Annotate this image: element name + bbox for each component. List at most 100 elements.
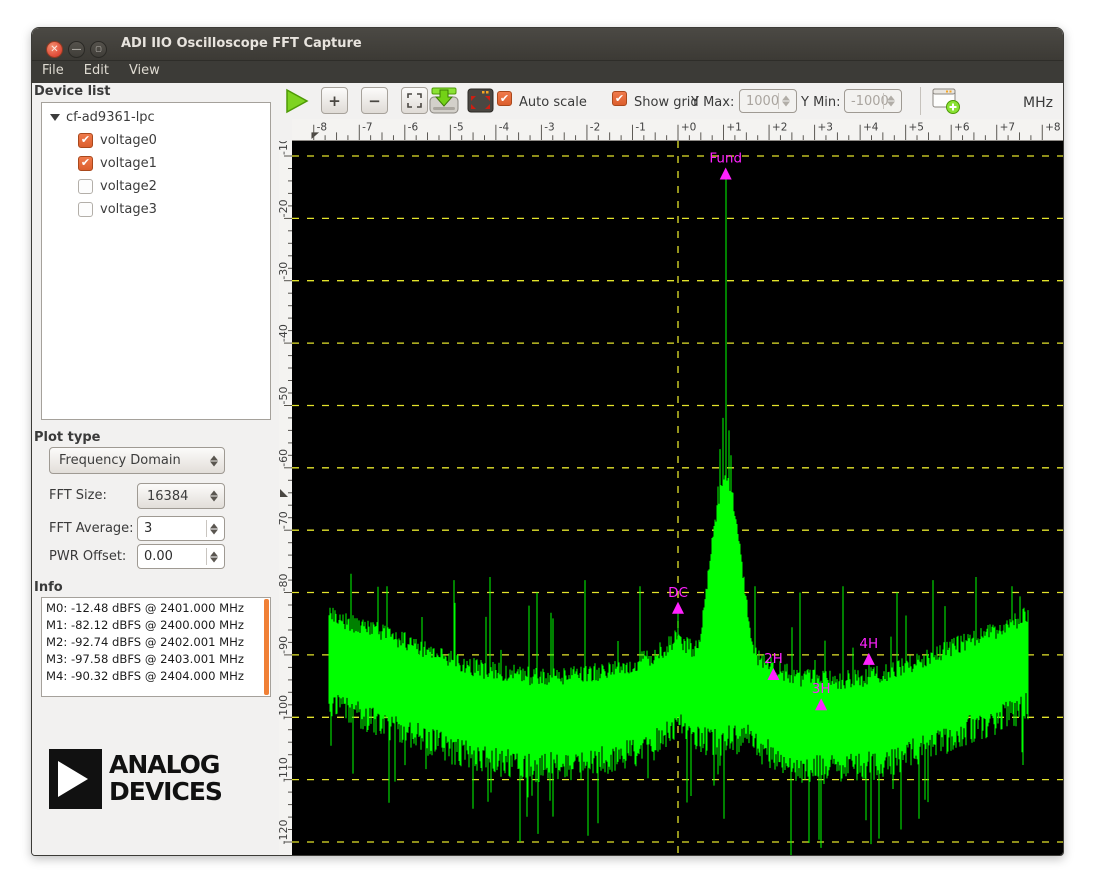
plot-type-value: Frequency Domain bbox=[59, 453, 181, 468]
svg-text:-100: -100 bbox=[279, 695, 290, 720]
auto-scale-label: Auto scale bbox=[519, 95, 587, 110]
svg-text:+3: +3 bbox=[817, 121, 832, 133]
svg-text:-30: -30 bbox=[279, 262, 290, 280]
channel-checkbox-voltage3[interactable] bbox=[78, 202, 93, 217]
channel-label: voltage3 bbox=[100, 202, 157, 217]
chevron-updown-icon bbox=[210, 491, 218, 502]
svg-text:+1: +1 bbox=[726, 121, 741, 133]
app-window: ✕ — ▢ ADI IIO Oscilloscope FFT Capture F… bbox=[31, 27, 1064, 856]
main-content: Device list cf-ad9361-lpc voltage0voltag… bbox=[32, 83, 1063, 855]
x-axis-ruler[interactable]: -8-7-6-5-4-3-2-1+0+1+2+3+4+5+6+7+8 bbox=[292, 119, 1064, 141]
svg-text:-120: -120 bbox=[279, 820, 290, 845]
channel-row-voltage2[interactable]: voltage2 bbox=[78, 175, 157, 197]
channel-label: voltage1 bbox=[100, 156, 157, 171]
menu-edit[interactable]: Edit bbox=[74, 61, 119, 83]
fft-average-value: 3 bbox=[144, 521, 152, 536]
channel-row-voltage3[interactable]: voltage3 bbox=[78, 198, 157, 220]
run-icon[interactable] bbox=[284, 88, 310, 114]
svg-text:+0: +0 bbox=[681, 121, 696, 133]
svg-text:-7: -7 bbox=[362, 121, 372, 133]
channel-checkbox-voltage2[interactable] bbox=[78, 179, 93, 194]
menu-bar: FileEditView bbox=[32, 61, 1063, 83]
spinner-arrows-icon[interactable] bbox=[210, 551, 218, 562]
device-name: cf-ad9361-lpc bbox=[66, 110, 155, 125]
info-box[interactable]: M0: -12.48 dBFS @ 2401.000 MHz M1: -82.1… bbox=[41, 597, 271, 697]
svg-text:-4: -4 bbox=[499, 121, 510, 133]
svg-text:-10: -10 bbox=[279, 141, 290, 155]
close-icon[interactable]: ✕ bbox=[46, 41, 63, 58]
zoom-out-icon[interactable]: − bbox=[361, 87, 388, 114]
svg-text:+2: +2 bbox=[772, 121, 787, 133]
device-tree[interactable]: cf-ad9361-lpc voltage0 voltage1 voltage2 vo… bbox=[41, 102, 271, 420]
channel-checkbox-voltage0[interactable] bbox=[78, 133, 93, 148]
toolbar-separator bbox=[920, 87, 921, 115]
svg-text:-40: -40 bbox=[279, 324, 290, 342]
svg-text:+6: +6 bbox=[954, 121, 970, 133]
menu-file[interactable]: File bbox=[32, 61, 74, 83]
plot-type-combobox[interactable]: Frequency Domain bbox=[49, 447, 225, 474]
menu-view[interactable]: View bbox=[119, 61, 170, 83]
svg-text:+8: +8 bbox=[1045, 121, 1060, 133]
y-max-value: 1000 bbox=[746, 94, 779, 109]
spinner-arrows-icon bbox=[887, 96, 895, 107]
svg-text:-80: -80 bbox=[279, 574, 290, 592]
svg-text:-1: -1 bbox=[635, 121, 645, 133]
fft-size-value: 16384 bbox=[147, 489, 188, 504]
svg-text:-20: -20 bbox=[279, 199, 290, 217]
expander-icon[interactable] bbox=[50, 114, 60, 121]
svg-text:-90: -90 bbox=[279, 636, 290, 654]
scrollbar[interactable] bbox=[264, 599, 269, 695]
fullscreen-icon[interactable] bbox=[467, 88, 494, 113]
svg-text:-3: -3 bbox=[544, 121, 554, 133]
svg-text:+7: +7 bbox=[1000, 121, 1015, 133]
y-max-label: Y Max: bbox=[691, 95, 734, 110]
svg-text:2H: 2H bbox=[764, 651, 783, 667]
y-min-label: Y Min: bbox=[801, 95, 841, 110]
show-grid-checkbox[interactable] bbox=[612, 91, 627, 106]
svg-text:-60: -60 bbox=[279, 449, 290, 467]
svg-text:-2: -2 bbox=[590, 121, 600, 133]
svg-text:-5: -5 bbox=[453, 121, 463, 133]
plot-toolbar: + − bbox=[279, 83, 1063, 119]
pwr-offset-label: PWR Offset: bbox=[49, 549, 126, 564]
info-label: Info bbox=[34, 580, 63, 595]
maximize-icon[interactable]: ▢ bbox=[90, 41, 107, 58]
svg-text:3H: 3H bbox=[812, 681, 831, 697]
channel-label: voltage2 bbox=[100, 179, 157, 194]
minimize-icon[interactable]: — bbox=[68, 41, 85, 58]
zoom-fit-icon[interactable] bbox=[401, 87, 428, 114]
y-axis-ruler[interactable]: -10-20-30-40-50-60-70-80-90-100-110-120 bbox=[279, 141, 292, 856]
new-plot-icon[interactable] bbox=[931, 87, 961, 115]
channel-checkbox-voltage1[interactable] bbox=[78, 156, 93, 171]
pwr-offset-value: 0.00 bbox=[144, 549, 173, 564]
spinner-arrows-icon[interactable] bbox=[210, 523, 218, 534]
fft-average-spinbox[interactable]: 3 bbox=[137, 516, 225, 541]
channel-row-voltage0[interactable]: voltage0 bbox=[78, 129, 157, 151]
svg-text:-110: -110 bbox=[279, 757, 290, 782]
capture-save-icon[interactable] bbox=[429, 87, 459, 115]
channel-row-voltage1[interactable]: voltage1 bbox=[78, 152, 157, 174]
y-min-spinbox: -1000 bbox=[844, 89, 902, 113]
svg-text:Fund: Fund bbox=[709, 151, 742, 167]
fft-plot-canvas[interactable]: Fund DC 2H 3H 4H bbox=[292, 141, 1064, 856]
title-bar: ✕ — ▢ ADI IIO Oscilloscope FFT Capture bbox=[32, 28, 1063, 61]
channel-label: voltage0 bbox=[100, 133, 157, 148]
svg-text:+4: +4 bbox=[863, 121, 879, 133]
chevron-updown-icon bbox=[210, 455, 218, 466]
plot-region: + − bbox=[279, 83, 1063, 855]
svg-text:4H: 4H bbox=[859, 636, 878, 652]
show-grid-label: Show grid bbox=[634, 95, 699, 110]
adi-triangle-icon bbox=[58, 761, 88, 797]
marker-readouts: M0: -12.48 dBFS @ 2401.000 MHz M1: -82.1… bbox=[46, 600, 244, 685]
pwr-offset-spinbox[interactable]: 0.00 bbox=[137, 544, 225, 569]
svg-text:-50: -50 bbox=[279, 387, 290, 405]
fft-size-combobox[interactable]: 16384 bbox=[137, 483, 225, 509]
device-tree-root[interactable]: cf-ad9361-lpc bbox=[50, 106, 155, 128]
plot-type-label: Plot type bbox=[34, 430, 100, 445]
auto-scale-checkbox[interactable] bbox=[497, 91, 512, 106]
svg-text:-6: -6 bbox=[408, 121, 419, 133]
zoom-in-icon[interactable]: + bbox=[321, 87, 348, 114]
svg-text:+5: +5 bbox=[909, 121, 924, 133]
svg-text:DC: DC bbox=[668, 585, 688, 601]
units-label: MHz bbox=[1023, 95, 1053, 111]
